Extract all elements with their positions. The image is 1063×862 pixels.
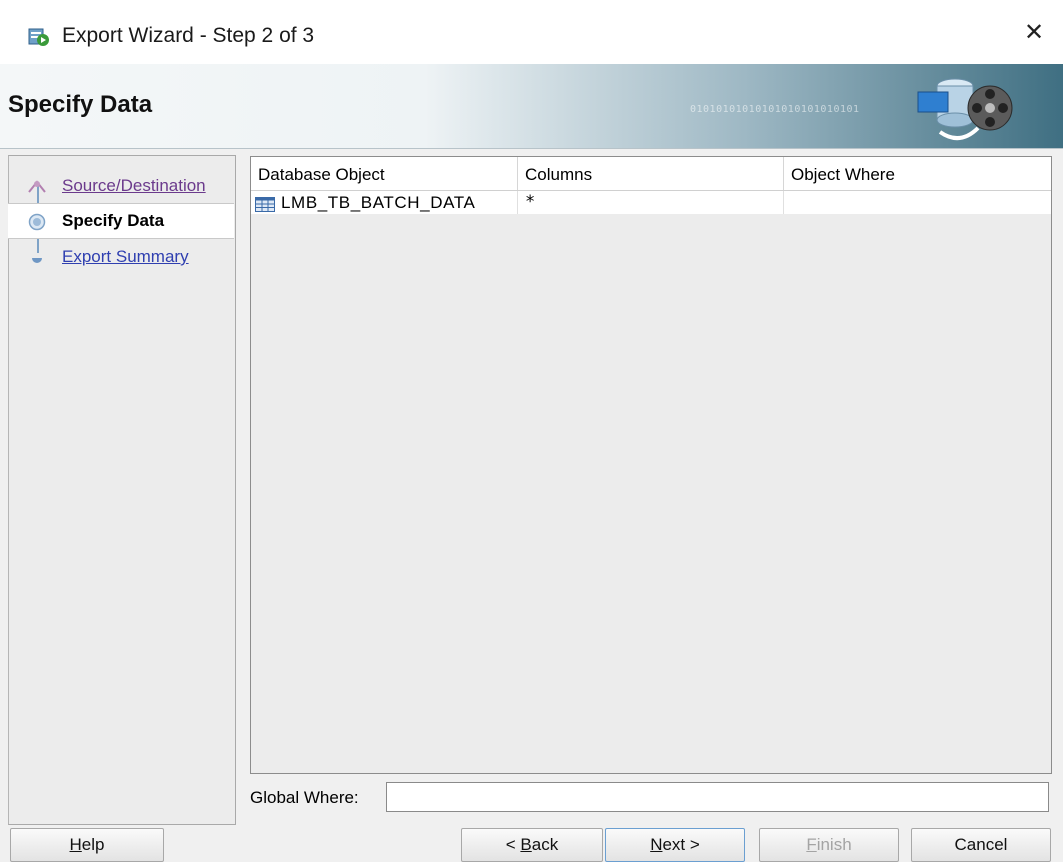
cell-columns[interactable]: * (518, 191, 784, 214)
step-specify-data[interactable]: Specify Data (8, 203, 234, 239)
cancel-button[interactable]: Cancel (911, 828, 1051, 862)
back-button[interactable]: < Back (461, 828, 603, 862)
step-label: Export Summary (62, 247, 189, 266)
title-bar: Export Wizard - Step 2 of 3 ✕ (0, 0, 1063, 64)
help-button-label: Help (69, 835, 105, 854)
sql-export-graphic (910, 72, 1020, 149)
finish-button-label: Finish (806, 835, 852, 854)
cell-database-object[interactable]: LMB_TB_BATCH_DATA (251, 191, 518, 214)
page-title: Specify Data (8, 91, 153, 118)
table-row[interactable]: LMB_TB_BATCH_DATA * (251, 191, 1051, 214)
object-name: LMB_TB_BATCH_DATA (281, 193, 476, 212)
finish-button: Finish (759, 828, 899, 862)
global-where-label: Global Where: (250, 788, 359, 807)
step-export-summary[interactable]: Export Summary (8, 240, 234, 274)
next-button-label: Next > (650, 835, 700, 854)
cancel-button-label: Cancel (954, 835, 1008, 854)
table-header: Database Object Columns Object Where (251, 157, 1051, 191)
binary-decoration: 01010101010101010101010101 (690, 104, 860, 115)
window-title: Export Wizard - Step 2 of 3 (62, 24, 315, 47)
step-current-icon (28, 213, 46, 236)
export-wizard-icon (28, 27, 50, 52)
table-icon (255, 195, 275, 218)
wizard-header: Specify Data 01010101010101010101010101 (0, 64, 1063, 149)
export-objects-table: Database Object Columns Object Where LMB… (250, 156, 1052, 774)
global-where-input[interactable] (386, 782, 1049, 812)
step-label: Source/Destination (62, 176, 206, 195)
column-header-object-where[interactable]: Object Where (784, 157, 1051, 190)
back-button-label: < Back (505, 835, 559, 854)
close-icon[interactable]: ✕ (1019, 18, 1049, 48)
column-header-database-object[interactable]: Database Object (251, 157, 518, 190)
step-label: Specify Data (62, 211, 165, 230)
help-button[interactable]: Help (10, 828, 164, 862)
next-button[interactable]: Next > (605, 828, 745, 862)
step-pending-icon (28, 249, 46, 272)
column-header-columns[interactable]: Columns (518, 157, 784, 190)
step-source-destination[interactable]: Source/Destination (8, 169, 234, 203)
cell-object-where[interactable] (784, 191, 1051, 214)
step-done-icon (28, 178, 46, 199)
